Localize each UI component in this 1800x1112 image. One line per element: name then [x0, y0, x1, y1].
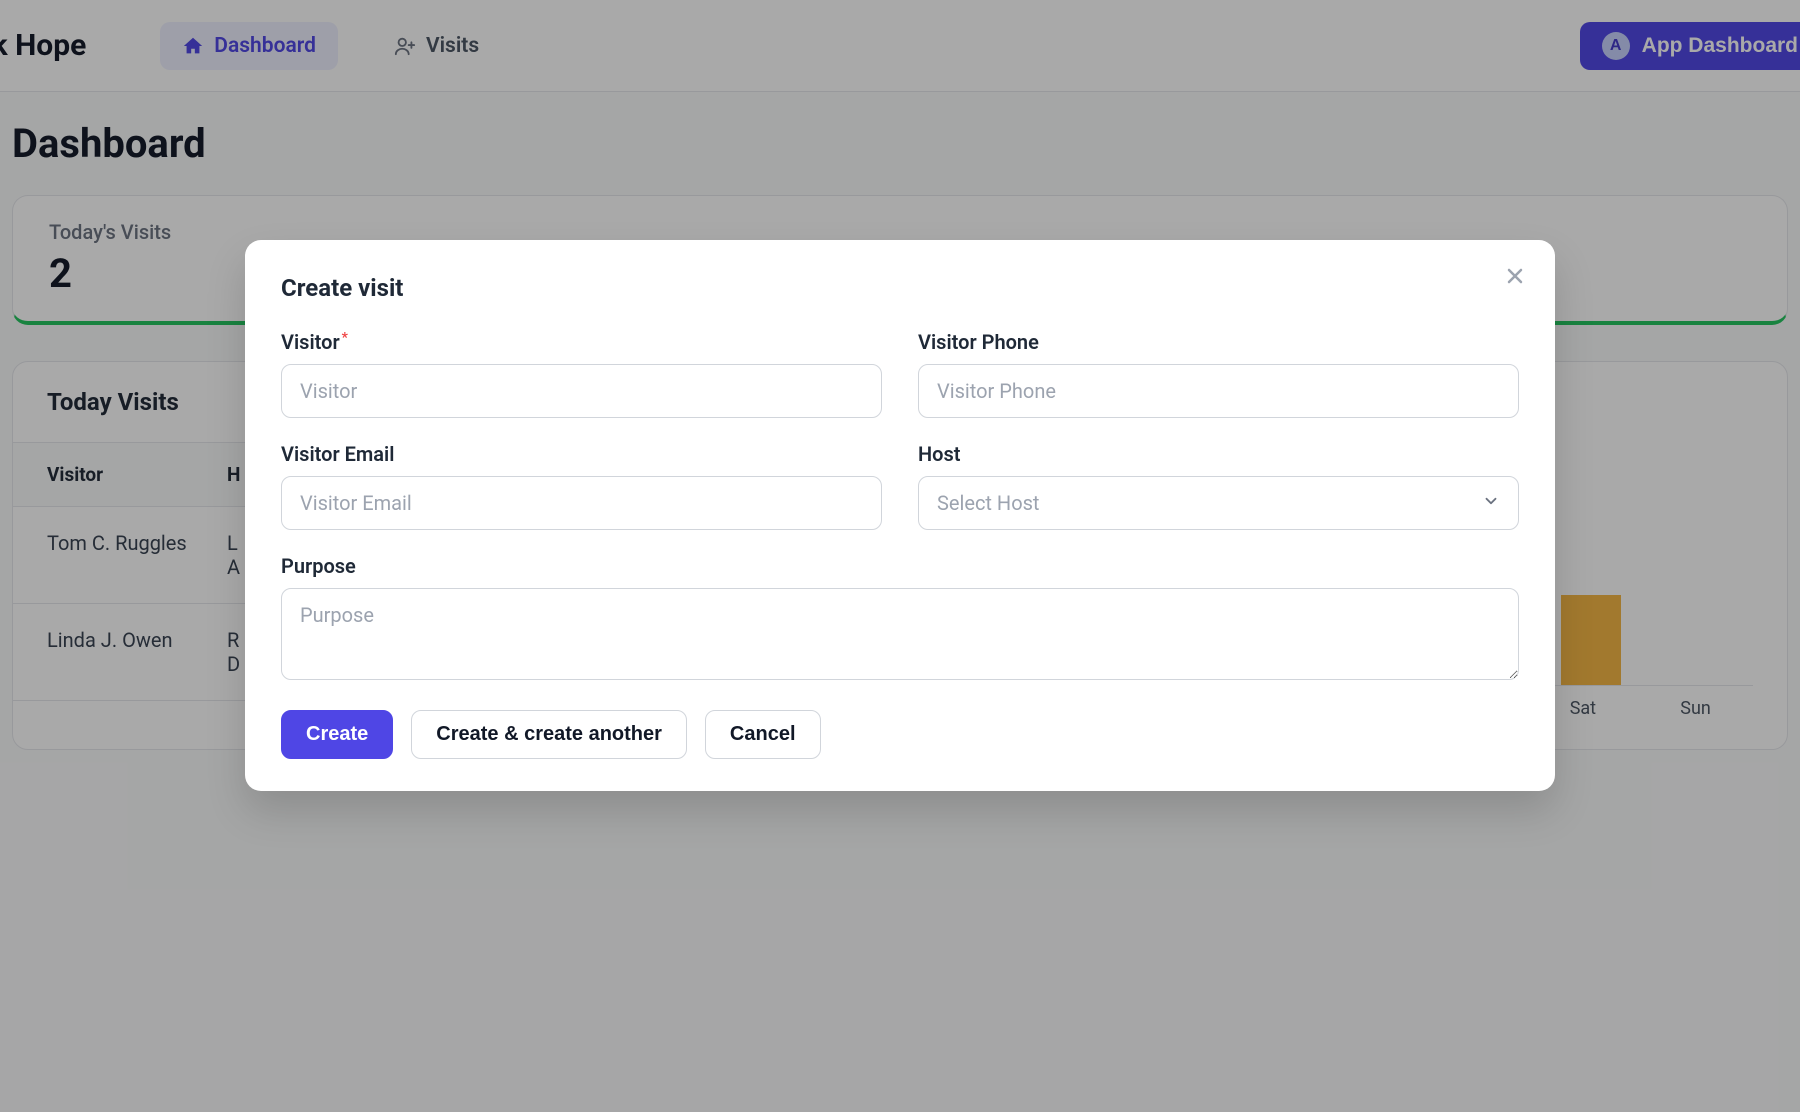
label-visitor: Visitor*	[281, 330, 882, 354]
label-host: Host	[918, 442, 1519, 466]
field-visitor-phone: Visitor Phone	[918, 330, 1519, 418]
field-purpose: Purpose	[281, 554, 1519, 684]
select-host[interactable]: Select Host	[918, 476, 1519, 530]
chevron-down-icon	[1482, 491, 1500, 515]
modal-title: Create visit	[281, 274, 1519, 302]
input-visitor-phone[interactable]	[918, 364, 1519, 418]
cancel-button[interactable]: Cancel	[705, 710, 821, 759]
select-host-placeholder: Select Host	[937, 491, 1039, 515]
modal-actions: Create Create & create another Cancel	[281, 710, 1519, 759]
label-purpose: Purpose	[281, 554, 1519, 578]
create-button[interactable]: Create	[281, 710, 393, 759]
textarea-purpose[interactable]	[281, 588, 1519, 680]
form-grid: Visitor* Visitor Phone Visitor Email Hos…	[281, 330, 1519, 684]
field-visitor-email: Visitor Email	[281, 442, 882, 530]
create-and-another-button[interactable]: Create & create another	[411, 710, 687, 759]
input-visitor[interactable]	[281, 364, 882, 418]
close-icon[interactable]	[1503, 264, 1527, 288]
field-visitor: Visitor*	[281, 330, 882, 418]
create-visit-modal: Create visit Visitor* Visitor Phone Visi…	[245, 240, 1555, 791]
label-visitor-phone: Visitor Phone	[918, 330, 1519, 354]
field-host: Host Select Host	[918, 442, 1519, 530]
input-visitor-email[interactable]	[281, 476, 882, 530]
label-visitor-email: Visitor Email	[281, 442, 882, 466]
modal-overlay[interactable]: Create visit Visitor* Visitor Phone Visi…	[0, 0, 1800, 1112]
